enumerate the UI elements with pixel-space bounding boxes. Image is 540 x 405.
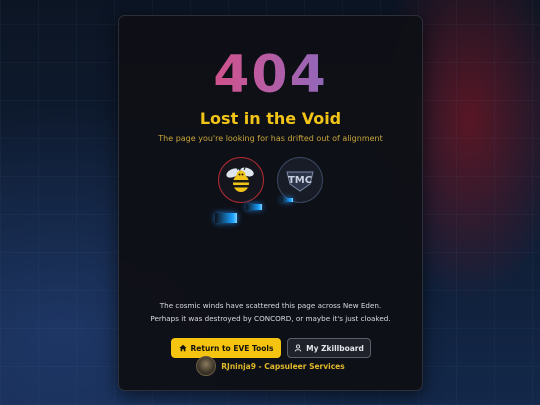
error-message-line: The cosmic winds have scattered this pag…: [159, 301, 382, 310]
error-title: Lost in the Void: [199, 109, 342, 128]
footer-credit[interactable]: RJninja9 - Capsuleer Services: [119, 356, 422, 376]
error-message: The cosmic winds have scattered this pag…: [127, 299, 414, 325]
tmc-icon: TMC: [286, 171, 314, 192]
home-icon: [178, 344, 187, 352]
zkillboard-button-label: My Zkillboard: [306, 343, 364, 353]
tmc-logo: TMC: [277, 157, 323, 203]
warp-streak: [281, 198, 293, 202]
tmc-logo-text: TMC: [288, 175, 312, 186]
bee-icon: [226, 165, 254, 192]
warp-streak: [246, 204, 262, 210]
warp-streak: [215, 213, 237, 223]
return-to-eve-tools-button[interactable]: Return to EVE Tools: [171, 338, 281, 358]
footer-text: RJninja9 - Capsuleer Services: [221, 361, 345, 371]
error-message-line: Perhaps it was destroyed by CONCORD, or …: [150, 314, 391, 323]
error-subtitle: The page you're looking for has drifted …: [158, 134, 383, 143]
error-code: 404: [119, 46, 422, 104]
bee-alliance-logo: [218, 157, 264, 203]
user-icon: [294, 344, 302, 352]
avatar: [196, 356, 217, 376]
error-card: 404 Lost in the Void The page you're loo…: [118, 15, 423, 391]
return-button-label: Return to EVE Tools: [190, 343, 274, 353]
my-zkillboard-button[interactable]: My Zkillboard: [287, 338, 371, 358]
